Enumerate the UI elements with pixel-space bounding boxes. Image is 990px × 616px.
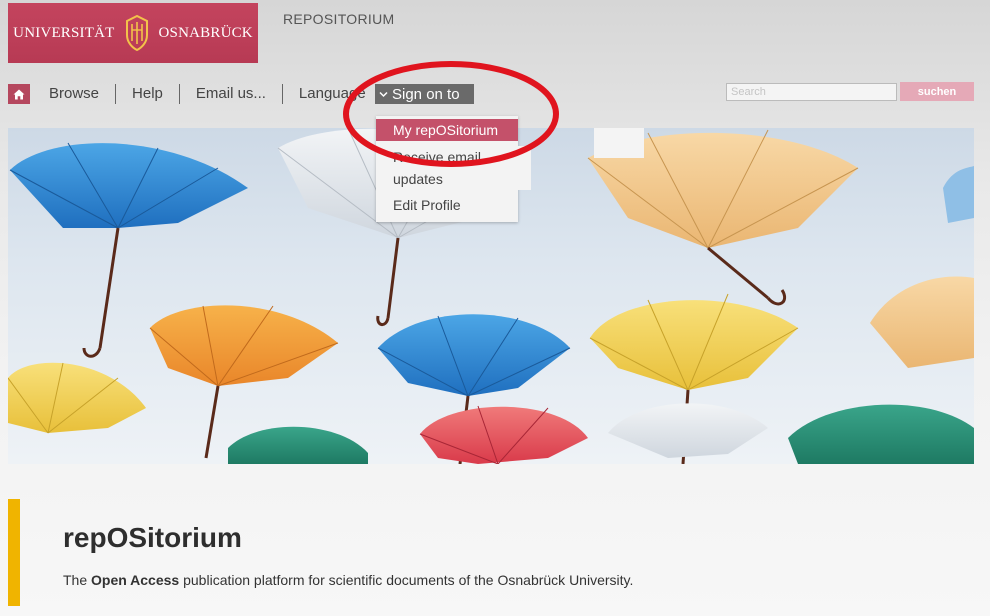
umbrella-lightblue-right bbox=[943, 166, 974, 223]
logo-text-left: UNIVERSITÄT bbox=[13, 24, 115, 41]
overlay-patch bbox=[594, 128, 644, 158]
umbrella-red bbox=[419, 405, 588, 464]
university-logo[interactable]: UNIVERSITÄT OSNABRÜCK bbox=[8, 3, 258, 63]
nav-help[interactable]: Help bbox=[116, 84, 180, 104]
umbrella-green-left bbox=[228, 426, 368, 464]
umbrella-white-bottom bbox=[608, 403, 768, 458]
dropdown-item-edit-profile[interactable]: Edit Profile bbox=[376, 195, 461, 215]
nav-language[interactable]: Language bbox=[283, 84, 374, 104]
nav-email-us[interactable]: Email us... bbox=[180, 84, 283, 104]
dropdown-item-my-repositorium[interactable]: My repOSitorium bbox=[376, 119, 518, 141]
open-access-emphasis: Open Access bbox=[91, 572, 180, 588]
search-input[interactable] bbox=[726, 83, 897, 101]
nav-browse[interactable]: Browse bbox=[30, 84, 117, 104]
sign-on-menu-button[interactable]: Sign on to bbox=[375, 84, 474, 104]
sign-on-dropdown: My repOSitorium Receive email updates Ed… bbox=[376, 116, 531, 222]
umbrella-yellow-left bbox=[8, 362, 146, 434]
chevron-down-icon bbox=[379, 91, 388, 97]
tagline: The Open Access publication platform for… bbox=[63, 572, 634, 588]
logo-text-right: OSNABRÜCK bbox=[158, 24, 253, 41]
dropdown-item-receive-email-updates[interactable]: Receive email updates bbox=[376, 146, 531, 190]
main-nav: Browse Help Email us... Language bbox=[8, 83, 374, 105]
search-button[interactable]: suchen bbox=[900, 82, 974, 101]
accent-bar bbox=[8, 499, 20, 606]
page-heading: repOSitorium bbox=[63, 522, 242, 553]
site-title: REPOSITORIUM bbox=[283, 11, 395, 27]
sign-on-label: Sign on to bbox=[392, 85, 460, 103]
umbrella-peach-right bbox=[870, 276, 974, 368]
umbrella-green-right bbox=[788, 404, 974, 464]
university-seal-icon bbox=[119, 13, 155, 53]
home-icon[interactable] bbox=[8, 84, 30, 104]
